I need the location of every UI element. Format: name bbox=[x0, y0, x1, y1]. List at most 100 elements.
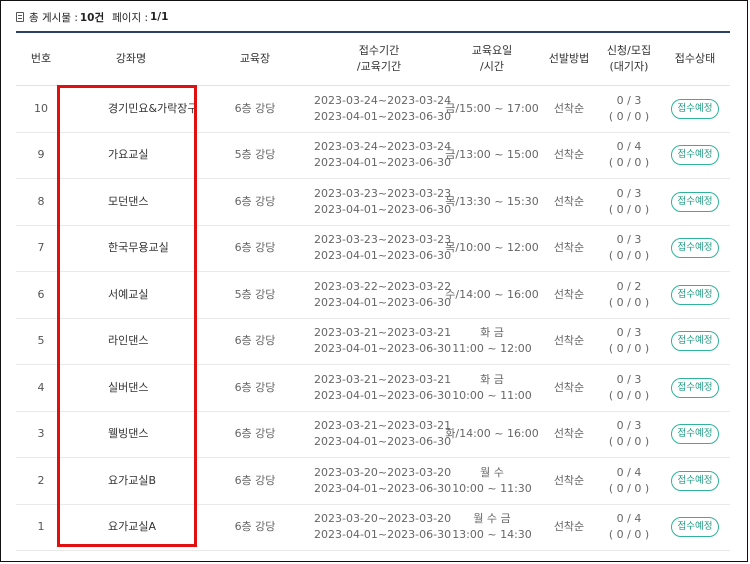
course-table: 번호 강좌명 교육장 접수기간/교육기간 교육요일/시간 선발방법 신청/모집 (대기자) 접수… bbox=[16, 33, 730, 551]
course-title-link[interactable]: 라인댄스 bbox=[66, 318, 196, 365]
status-button[interactable]: 접수예정 bbox=[670, 470, 720, 491]
status-cell: 접수예정 bbox=[660, 225, 730, 272]
enrollment-count: 0 / 3( 0 / 0 ) bbox=[598, 178, 660, 226]
selection-method: 선착순 bbox=[540, 457, 598, 505]
total-label: 총 게시물 : bbox=[29, 11, 78, 24]
course-title-link[interactable]: 경기민요&가락장구 bbox=[66, 85, 198, 133]
course-period: 2023-03-23~2023-03-23 2023-04-01~2023-06-… bbox=[314, 225, 451, 272]
course-schedule: 금/15:00 ~ 17:00 bbox=[444, 85, 540, 133]
status-cell: 접수예정 bbox=[660, 318, 730, 365]
course-room: 6층 강당 bbox=[196, 225, 314, 272]
course-period: 2023-03-23~2023-03-23 2023-04-01~2023-06-… bbox=[314, 178, 451, 226]
table-row[interactable]: 5 라인댄스 6층 강당 2023-03-21~2023-03-21 2023-04-0… bbox=[16, 318, 730, 365]
selection-method: 선착순 bbox=[540, 504, 598, 551]
selection-method: 선착순 bbox=[540, 364, 598, 412]
page-label: 페이지 : bbox=[112, 11, 148, 24]
course-title-link[interactable]: 실버댄스 bbox=[66, 364, 196, 412]
enrollment-count: 0 / 4( 0 / 0 ) bbox=[598, 504, 660, 551]
document-icon bbox=[16, 12, 24, 22]
course-period: 2023-03-24~2023-03-24 2023-04-01~2023-06-… bbox=[314, 85, 451, 133]
status-button[interactable]: 접수예정 bbox=[670, 98, 720, 119]
course-schedule: 목/10:00 ~ 12:00 bbox=[444, 225, 540, 272]
selection-method: 선착순 bbox=[540, 225, 598, 272]
column-header-title: 강좌명 bbox=[66, 33, 196, 86]
selection-method: 선착순 bbox=[540, 271, 598, 319]
status-button[interactable]: 접수예정 bbox=[670, 331, 720, 352]
selection-method: 선착순 bbox=[540, 178, 598, 226]
status-button[interactable]: 접수예정 bbox=[670, 191, 720, 212]
course-room: 5층 강당 bbox=[196, 271, 314, 319]
table-row[interactable]: 6 서예교실 5층 강당 2023-03-22~2023-03-22 2023-04-0… bbox=[16, 271, 730, 319]
course-schedule: 화 금 10:00 ~ 11:00 bbox=[444, 364, 540, 412]
course-period: 2023-03-21~2023-03-21 2023-04-01~2023-06-… bbox=[314, 364, 451, 412]
row-number: 3 bbox=[16, 411, 66, 458]
table-row[interactable]: 9 가요교실 5층 강당 2023-03-24~2023-03-24 2023-04-0… bbox=[16, 132, 730, 179]
column-header-number: 번호 bbox=[16, 33, 66, 86]
column-header-count: 신청/모집 (대기자) bbox=[598, 33, 660, 86]
course-room: 5층 강당 bbox=[196, 132, 314, 179]
course-title-link[interactable]: 요가교실B bbox=[66, 457, 196, 505]
status-button[interactable]: 접수예정 bbox=[670, 284, 720, 305]
course-period: 2023-03-22~2023-03-22 2023-04-01~2023-06-… bbox=[314, 271, 451, 319]
row-number: 6 bbox=[16, 271, 66, 319]
course-room: 6층 강당 bbox=[196, 457, 314, 505]
column-header-room: 교육장 bbox=[196, 33, 314, 86]
status-cell: 접수예정 bbox=[660, 178, 730, 226]
row-number: 7 bbox=[16, 225, 66, 272]
page-frame: 총 게시물 : 10건 페이지 : 1/1 번호 강좌명 교육장 접수기간/교육기간 교… bbox=[0, 0, 748, 562]
selection-method: 선착순 bbox=[540, 411, 598, 458]
status-button[interactable]: 접수예정 bbox=[670, 377, 720, 398]
total-count: 10건 bbox=[79, 11, 105, 24]
row-number: 10 bbox=[16, 85, 66, 133]
table-row[interactable]: 10 경기민요&가락장구 6층 강당 2023-03-24~2023-03-24 202… bbox=[16, 85, 730, 133]
status-cell: 접수예정 bbox=[660, 85, 730, 133]
course-period: 2023-03-20~2023-03-20 2023-04-01~2023-06-… bbox=[314, 504, 451, 551]
table-row[interactable]: 8 모던댄스 6층 강당 2023-03-23~2023-03-23 2023-04-0… bbox=[16, 178, 730, 226]
table-row[interactable]: 1 요가교실A 6층 강당 2023-03-20~2023-03-20 2023-04-… bbox=[16, 504, 730, 551]
enrollment-count: 0 / 3( 0 / 0 ) bbox=[598, 85, 660, 133]
row-number: 8 bbox=[16, 178, 66, 226]
enrollment-count: 0 / 3( 0 / 0 ) bbox=[598, 318, 660, 365]
row-number: 5 bbox=[16, 318, 66, 365]
course-schedule: 금/13:00 ~ 15:00 bbox=[444, 132, 540, 179]
table-row[interactable]: 7 한국무용교실 6층 강당 2023-03-23~2023-03-23 2023-04… bbox=[16, 225, 730, 272]
course-room: 6층 강당 bbox=[196, 178, 314, 226]
column-header-status: 접수상태 bbox=[660, 33, 730, 86]
course-title-link[interactable]: 웰빙댄스 bbox=[66, 411, 196, 458]
course-title-link[interactable]: 요가교실A bbox=[66, 504, 196, 551]
status-button[interactable]: 접수예정 bbox=[670, 424, 720, 445]
status-cell: 접수예정 bbox=[660, 411, 730, 458]
table-body: 10 경기민요&가락장구 6층 강당 2023-03-24~2023-03-24 202… bbox=[16, 85, 730, 551]
selection-method: 선착순 bbox=[540, 132, 598, 179]
status-button[interactable]: 접수예정 bbox=[670, 145, 720, 166]
course-schedule: 화 금 11:00 ~ 12:00 bbox=[444, 318, 540, 365]
row-number: 4 bbox=[16, 364, 66, 412]
status-button[interactable]: 접수예정 bbox=[670, 517, 720, 538]
column-header-schedule: 교육요일/시간 bbox=[444, 33, 540, 86]
course-period: 2023-03-20~2023-03-20 2023-04-01~2023-06-… bbox=[314, 457, 451, 505]
course-title-link[interactable]: 모던댄스 bbox=[66, 178, 196, 226]
row-number: 9 bbox=[16, 132, 66, 179]
table-row[interactable]: 4 실버댄스 6층 강당 2023-03-21~2023-03-21 2023-04-0… bbox=[16, 364, 730, 412]
status-cell: 접수예정 bbox=[660, 271, 730, 319]
course-title-link[interactable]: 한국무용교실 bbox=[66, 225, 196, 272]
status-button[interactable]: 접수예정 bbox=[670, 238, 720, 259]
course-schedule: 목/13:30 ~ 15:30 bbox=[444, 178, 540, 226]
course-schedule: 월 수 금 13:00 ~ 14:30 bbox=[444, 504, 540, 551]
table-row[interactable]: 2 요가교실B 6층 강당 2023-03-20~2023-03-20 2023-04-… bbox=[16, 457, 730, 505]
course-schedule: 화/14:00 ~ 16:00 bbox=[444, 411, 540, 458]
board-summary: 총 게시물 : 10건 페이지 : 1/1 bbox=[16, 10, 168, 24]
column-header-period: 접수기간/교육기간 bbox=[314, 33, 444, 86]
selection-method: 선착순 bbox=[540, 318, 598, 365]
enrollment-count: 0 / 4( 0 / 0 ) bbox=[598, 132, 660, 179]
course-period: 2023-03-21~2023-03-21 2023-04-01~2023-06-… bbox=[314, 318, 451, 365]
course-title-link[interactable]: 서예교실 bbox=[66, 271, 196, 319]
course-title-link[interactable]: 가요교실 bbox=[66, 132, 196, 179]
status-cell: 접수예정 bbox=[660, 364, 730, 412]
course-room: 6층 강당 bbox=[196, 364, 314, 412]
status-cell: 접수예정 bbox=[660, 457, 730, 505]
course-room: 6층 강당 bbox=[196, 318, 314, 365]
status-cell: 접수예정 bbox=[660, 504, 730, 551]
table-row[interactable]: 3 웰빙댄스 6층 강당 2023-03-21~2023-03-21 2023-04-0… bbox=[16, 411, 730, 458]
selection-method: 선착순 bbox=[540, 85, 598, 133]
